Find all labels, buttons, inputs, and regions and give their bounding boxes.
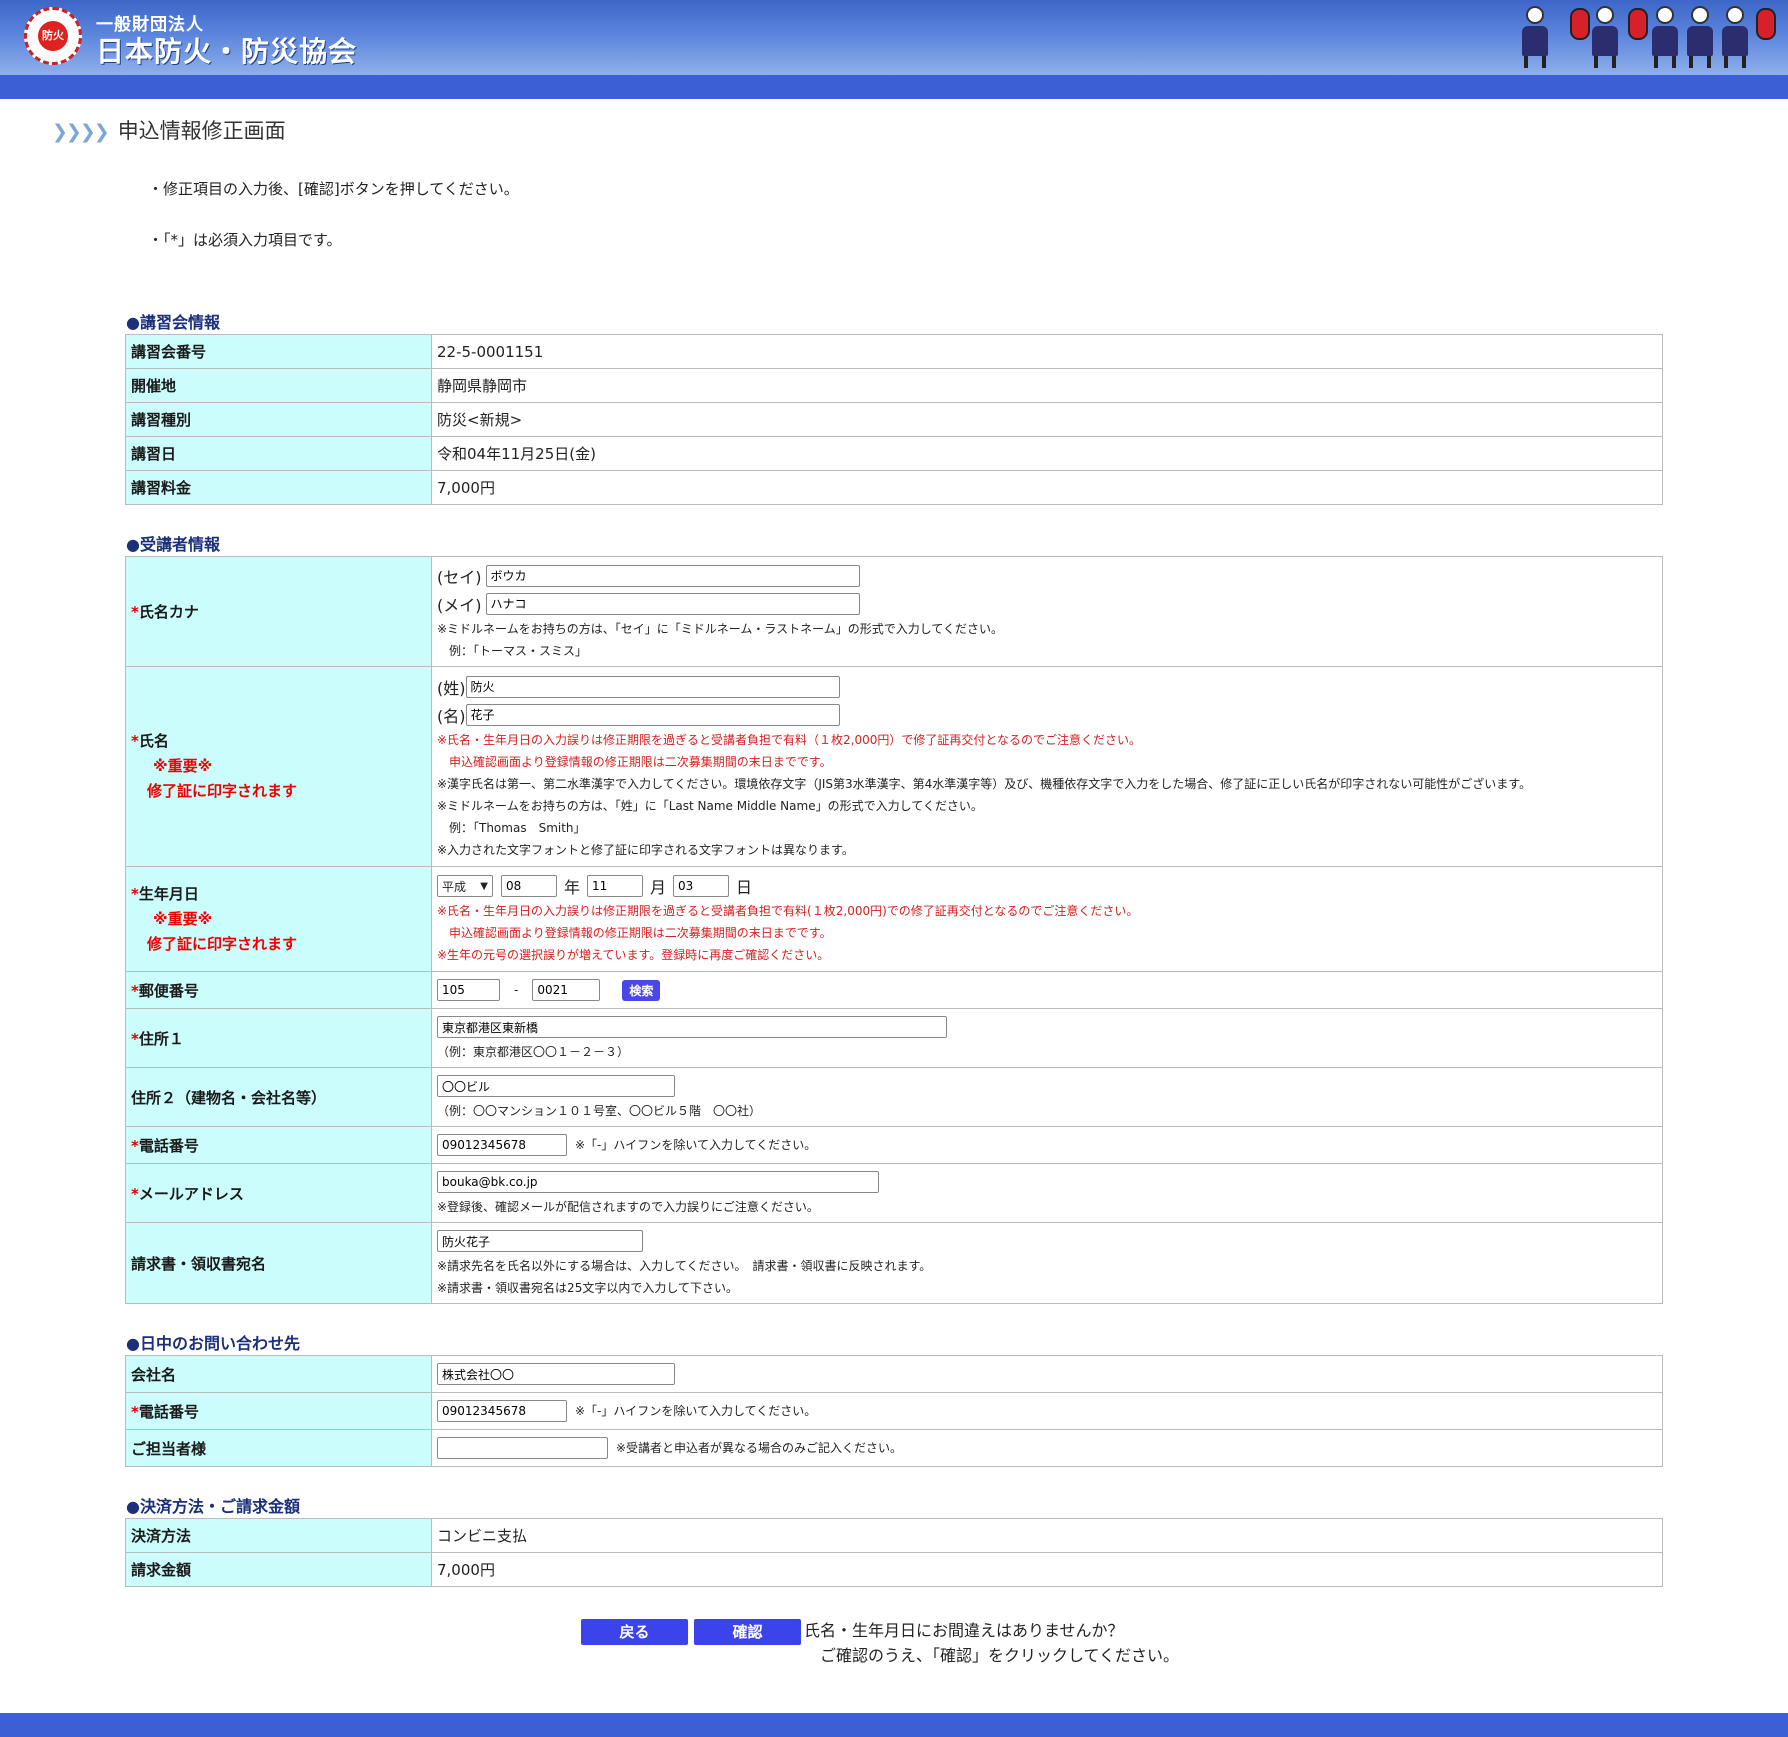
- mascot-illustration: [1478, 0, 1778, 75]
- row-address2: 住所２（建物名・会社名等） （例：〇〇マンション１０１号室、〇〇ビル５階 〇〇社…: [125, 1067, 1663, 1127]
- email-input[interactable]: [437, 1171, 879, 1193]
- instruction-note: ・「*」は必須入力項目です。: [148, 231, 342, 249]
- address2-input[interactable]: [437, 1075, 675, 1097]
- course-info-table: 講習会番号 22-5-0001151 開催地 静岡県静岡市 講習種別 防災<新規> 講…: [125, 334, 1663, 505]
- mascot-icon: [1588, 6, 1622, 70]
- confirm-message-line1: 氏名・生年月日にお間違えはありませんか？: [804, 1621, 1124, 1640]
- trainee-info-table: *氏名カナ (セイ) (メイ) ※ミドルネームをお持ちの方は、「セイ」に「ミドル…: [125, 556, 1663, 1304]
- row-postal: *郵便番号 - 検索: [125, 971, 1663, 1009]
- confirm-button[interactable]: 確認: [694, 1619, 801, 1645]
- row-invoice-name: 請求書・領収書宛名 ※請求先名を氏名以外にする場合は、入力してください。 請求書…: [125, 1222, 1663, 1304]
- daytime-phone-input[interactable]: [437, 1400, 567, 1422]
- postal-code-part2-input[interactable]: [532, 979, 601, 1001]
- row-email: *メールアドレス ※登録後、確認メールが配信されますので入力誤りにご注意ください…: [125, 1163, 1663, 1223]
- header-banner: 防火 一般財団法人 日本防火・防災協会: [0, 0, 1788, 75]
- table-row: 講習料金 7,000円: [125, 470, 1663, 505]
- site-header: 防火 一般財団法人 日本防火・防災協会: [0, 0, 1788, 100]
- org-name: 日本防火・防災協会: [96, 35, 358, 68]
- postal-code-part1-input[interactable]: [437, 979, 500, 1001]
- chevrons-right-icon: ❯❯❯❯: [52, 121, 110, 143]
- daytime-contact-table: 会社名 *電話番号 ※「-」ハイフンを除いて入力してください。 ご担当者様 ※受…: [125, 1355, 1663, 1467]
- contact-person-input[interactable]: [437, 1437, 608, 1459]
- section-heading-daytime: ●日中のお問い合わせ先: [126, 1334, 300, 1353]
- table-row: 講習会番号 22-5-0001151: [125, 334, 1663, 369]
- phone-input[interactable]: [437, 1134, 567, 1156]
- chevron-down-icon: ▼: [480, 880, 488, 892]
- mascot-icon: [1683, 6, 1717, 70]
- kana-mei-input[interactable]: [485, 592, 860, 615]
- name-sei-input[interactable]: [465, 675, 840, 698]
- back-button[interactable]: 戻る: [581, 1619, 688, 1645]
- row-name: *氏名 ※重要※ 修了証に印字されます (姓) (名) ※氏名・生年月日の入力誤…: [125, 666, 1663, 867]
- row-address1: *住所１ （例：東京都港区〇〇１－２－３）: [125, 1008, 1663, 1068]
- birth-month-input[interactable]: [587, 875, 644, 897]
- table-row: 請求金額 7,000円: [125, 1552, 1663, 1587]
- mascot-icon: [1718, 6, 1752, 70]
- table-row: 開催地 静岡県静岡市: [125, 368, 1663, 403]
- row-birthdate: *生年月日 ※重要※ 修了証に印字されます 平成▼ 年 月 日 ※氏名・生年月日…: [125, 866, 1663, 972]
- mascot-icon: [1518, 6, 1552, 70]
- company-input[interactable]: [437, 1363, 675, 1385]
- table-row: 決済方法 コンビニ支払: [125, 1518, 1663, 1553]
- kana-sei-input[interactable]: [485, 564, 860, 587]
- mascot-icon: [1648, 6, 1682, 70]
- section-heading-payment: ●決済方法・ご請求金額: [126, 1497, 300, 1516]
- era-select[interactable]: 平成 ▼: [437, 875, 493, 897]
- footer-bar: [0, 1713, 1788, 1737]
- table-row: 講習種別 防災<新規>: [125, 402, 1663, 437]
- lantern-icon: [1756, 8, 1776, 40]
- logo-emblem-icon[interactable]: 防火: [24, 7, 82, 65]
- instruction-note: ・修正項目の入力後、[確認]ボタンを押してください。: [148, 180, 519, 198]
- row-name-kana: *氏名カナ (セイ) (メイ) ※ミドルネームをお持ちの方は、「セイ」に「ミドル…: [125, 556, 1663, 667]
- table-row: 講習日 令和04年11月25日(金): [125, 436, 1663, 471]
- birth-year-input[interactable]: [501, 875, 557, 897]
- header-bar: [0, 75, 1788, 99]
- row-company: 会社名: [125, 1355, 1663, 1393]
- lantern-icon: [1570, 8, 1590, 40]
- row-contact-person: ご担当者様 ※受講者と申込者が異なる場合のみご記入ください。: [125, 1429, 1663, 1467]
- row-daytime-phone: *電話番号 ※「-」ハイフンを除いて入力してください。: [125, 1392, 1663, 1430]
- payment-table: 決済方法 コンビニ支払 請求金額 7,000円: [125, 1518, 1663, 1587]
- address1-input[interactable]: [437, 1016, 947, 1038]
- page-title: ❯❯❯❯ 申込情報修正画面: [52, 119, 286, 143]
- postal-search-button[interactable]: 検索: [622, 979, 661, 1001]
- section-heading-trainee: ●受講者情報: [126, 535, 220, 554]
- lantern-icon: [1628, 8, 1648, 40]
- birth-day-input[interactable]: [673, 875, 730, 897]
- section-heading-course: ●講習会情報: [126, 313, 220, 332]
- name-mei-input[interactable]: [465, 703, 840, 726]
- confirm-message-line2: ご確認のうえ、「確認」をクリックしてください。: [820, 1646, 1180, 1665]
- invoice-name-input[interactable]: [437, 1230, 643, 1252]
- row-phone: *電話番号 ※「-」ハイフンを除いて入力してください。: [125, 1126, 1663, 1164]
